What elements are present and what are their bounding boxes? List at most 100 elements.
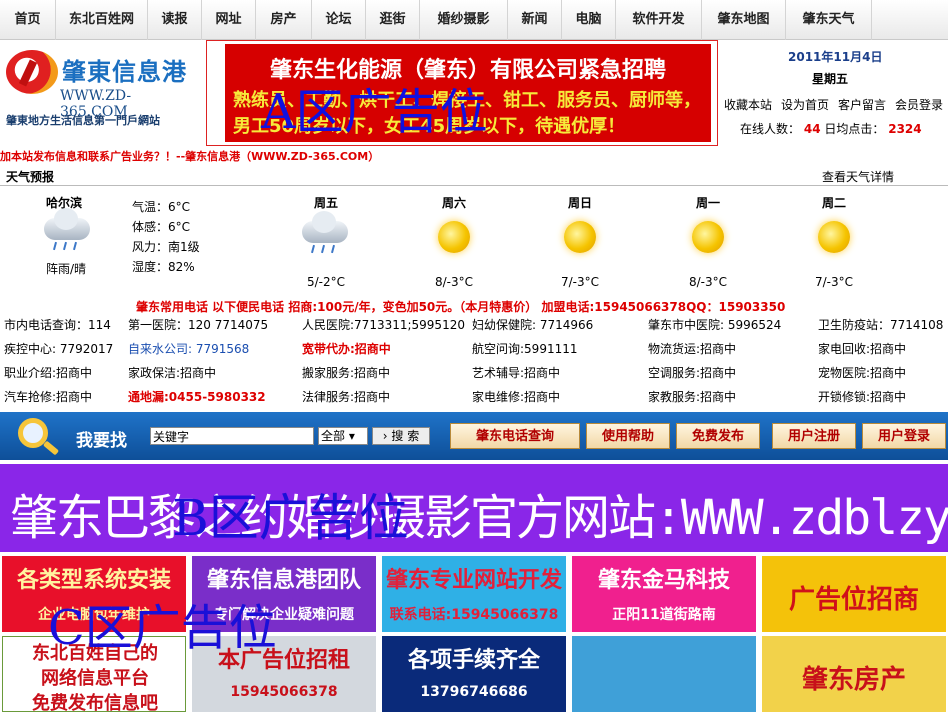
- phone-entry[interactable]: 家教服务:招商中: [648, 388, 736, 405]
- ad-a-overlay-label: A区广告位: [261, 84, 488, 140]
- search-bar: 我要找 全部 ▾ › 搜 索 肇东电话查询 使用帮助 免费发布 用户注册 用户登…: [0, 412, 948, 460]
- weather-details-link[interactable]: 查看天气详情: [822, 168, 894, 185]
- ad-c-tile[interactable]: 广告位招商: [762, 556, 946, 632]
- weather-title: 天气预报: [6, 170, 55, 184]
- ad-c-tile-text: 各项手续齐全: [407, 648, 540, 673]
- phone-entry[interactable]: 宽带代办:招商中: [302, 340, 391, 357]
- avg-count: 2324: [888, 122, 922, 136]
- weather-city-condition: 阵雨/晴: [46, 262, 87, 276]
- ad-c-tile-text: 广告位招商: [788, 585, 919, 615]
- nav-item[interactable]: 论坛: [312, 0, 366, 40]
- phone-entry[interactable]: 自来水公司: 7791568: [128, 340, 249, 357]
- magnifier-icon: [18, 418, 48, 448]
- ad-c-tile-text: 正阳11道街路南: [612, 607, 716, 623]
- logo-mark-icon: [6, 50, 58, 94]
- chevron-right-icon: ›: [382, 429, 388, 443]
- forecast-day: 周五 5/-2°C: [286, 194, 366, 289]
- phone-entry[interactable]: 人民医院:7713311;5995120: [302, 316, 465, 333]
- free-post-button[interactable]: 免费发布: [676, 423, 760, 449]
- search-scope-value: 全部: [321, 429, 346, 443]
- phone-entry[interactable]: 职业介绍:招商中: [4, 364, 92, 381]
- forecast-day-name: 周五: [313, 196, 338, 210]
- login-button[interactable]: 用户登录: [862, 423, 946, 449]
- ad-c-tile-text: 联系电话:15945066378: [389, 607, 559, 623]
- top-nav: 首页 东北百姓网 读报 网址 房产 论坛 逛街 婚纱摄影 新闻 电脑 软件开发 肇东地图 肇东天气: [0, 0, 948, 40]
- bookmark-link[interactable]: 收藏本站: [724, 96, 772, 113]
- phone-entry[interactable]: 市内电话查询：114: [4, 316, 111, 333]
- phone-entry[interactable]: 空调服务:招商中: [648, 364, 736, 381]
- header-links: 收藏本站 设为首页 客户留言 会员登录: [724, 96, 943, 113]
- ad-c-tile-text: 肇东金马科技: [597, 568, 730, 593]
- search-input[interactable]: [150, 427, 314, 445]
- nav-item[interactable]: 东北百姓网: [56, 0, 148, 40]
- ad-c-tile-text: 15945066378: [230, 684, 338, 700]
- ad-a-banner[interactable]: 肇东生化能源（肇东）有限公司紧急招聘 熟练员、工勤、烘干工、焊接工、钳工、服务员…: [206, 40, 718, 146]
- nav-item[interactable]: 婚纱摄影: [420, 0, 508, 40]
- ad-b-banner[interactable]: 肇东巴黎之约婚纱摄影官方网站:WWW.zdblzy.COM B区广告位: [0, 464, 948, 552]
- weather-temp: 气温：6°C: [132, 200, 191, 214]
- nav-item[interactable]: 电脑: [562, 0, 616, 40]
- ad-c-tile[interactable]: 肇东专业网站开发联系电话:15945066378: [382, 556, 566, 632]
- nav-item[interactable]: 肇东天气: [786, 0, 872, 40]
- phone-entry[interactable]: 家电维修:招商中: [472, 388, 560, 405]
- nav-item[interactable]: 肇东地图: [702, 0, 786, 40]
- member-login-link[interactable]: 会员登录: [895, 96, 943, 113]
- online-stats: 在线人数： 44 日均点击： 2324: [740, 120, 922, 137]
- phone-entry[interactable]: 艺术辅导:招商中: [472, 364, 560, 381]
- phone-entry[interactable]: 开锁修锁:招商中: [818, 388, 906, 405]
- current-weekday: 星期五: [812, 72, 849, 86]
- nav-item[interactable]: 读报: [148, 0, 202, 40]
- set-homepage-link[interactable]: 设为首页: [781, 96, 829, 113]
- help-button[interactable]: 使用帮助: [586, 423, 670, 449]
- nav-item[interactable]: 首页: [0, 0, 56, 40]
- phone-entry[interactable]: 卫生防疫站：7714108: [818, 316, 943, 333]
- ad-c-tile-text: 免费发布信息吧: [32, 693, 158, 712]
- sun-icon: [550, 215, 610, 259]
- ad-c-tile[interactable]: [572, 636, 756, 712]
- site-logo[interactable]: 肇東信息港 WWW.ZD-365.COM 肇東地方生活信息第一門戶網站: [4, 46, 194, 136]
- nav-item[interactable]: 新闻: [508, 0, 562, 40]
- ad-c-tile-text: 肇东专业网站开发: [385, 568, 562, 593]
- phone-lookup-button[interactable]: 肇东电话查询: [450, 423, 580, 449]
- forecast-day: 周二 7/-3°C: [794, 194, 874, 289]
- phone-entry[interactable]: 家政保洁:招商中: [128, 364, 216, 381]
- phone-entry[interactable]: 航空问询:5991111: [472, 340, 578, 357]
- register-button[interactable]: 用户注册: [772, 423, 856, 449]
- avg-label: 日均点击：: [824, 122, 885, 136]
- phone-entry[interactable]: 妇幼保健院: 7714966: [472, 316, 593, 333]
- forecast-day-temp: 7/-3°C: [560, 275, 600, 289]
- ad-a-inner: 肇东生化能源（肇东）有限公司紧急招聘 熟练员、工勤、烘干工、焊接工、钳工、服务员…: [225, 44, 711, 142]
- weather-humidity: 湿度：82%: [132, 260, 195, 274]
- forecast-day: 周六 8/-3°C: [414, 194, 494, 289]
- search-scope-select[interactable]: 全部 ▾: [318, 427, 368, 445]
- chevron-down-icon: ▾: [348, 429, 355, 443]
- nav-item[interactable]: 房产: [256, 0, 312, 40]
- weather-header: 天气预报 查看天气详情: [0, 166, 948, 186]
- ad-c-tile-text: 网络信息平台: [41, 668, 149, 689]
- ad-c-tile[interactable]: 肇东金马科技正阳11道街路南: [572, 556, 756, 632]
- forecast-day-name: 周六: [441, 196, 466, 210]
- phone-entry[interactable]: 家电回收:招商中: [818, 340, 906, 357]
- phone-entry[interactable]: 搬家服务:招商中: [302, 364, 390, 381]
- phone-entry[interactable]: 肇东市中医院: 5996524: [648, 316, 781, 333]
- ad-c-tile[interactable]: 肇东房产: [762, 636, 946, 712]
- search-button[interactable]: › 搜 索: [372, 427, 430, 445]
- logo-slogan: 肇東地方生活信息第一門戶網站: [6, 114, 160, 127]
- nav-item[interactable]: 软件开发: [616, 0, 702, 40]
- phone-entry[interactable]: 法律服务:招商中: [302, 388, 390, 405]
- forecast-day: 周日 7/-3°C: [540, 194, 620, 289]
- phone-entry[interactable]: 宠物医院:招商中: [818, 364, 906, 381]
- nav-item[interactable]: 逛街: [366, 0, 420, 40]
- phone-entry[interactable]: 通地漏:0455-5980332: [128, 388, 266, 405]
- phone-entry[interactable]: 第一医院：120 7714075: [128, 316, 268, 333]
- forecast-day-name: 周日: [567, 196, 592, 210]
- forecast-day-temp: 8/-3°C: [434, 275, 474, 289]
- guestbook-link[interactable]: 客户留言: [838, 96, 886, 113]
- weather-wind: 风力：南1级: [132, 240, 200, 254]
- nav-item[interactable]: 网址: [202, 0, 256, 40]
- phone-entry[interactable]: 汽车抢修:招商中: [4, 388, 92, 405]
- rain-cloud-icon: [296, 211, 356, 259]
- phone-entry[interactable]: 物流货运:招商中: [648, 340, 736, 357]
- ad-c-tile[interactable]: 各项手续齐全 13796746686: [382, 636, 566, 712]
- phone-entry[interactable]: 疾控中心: 7792017: [4, 340, 113, 357]
